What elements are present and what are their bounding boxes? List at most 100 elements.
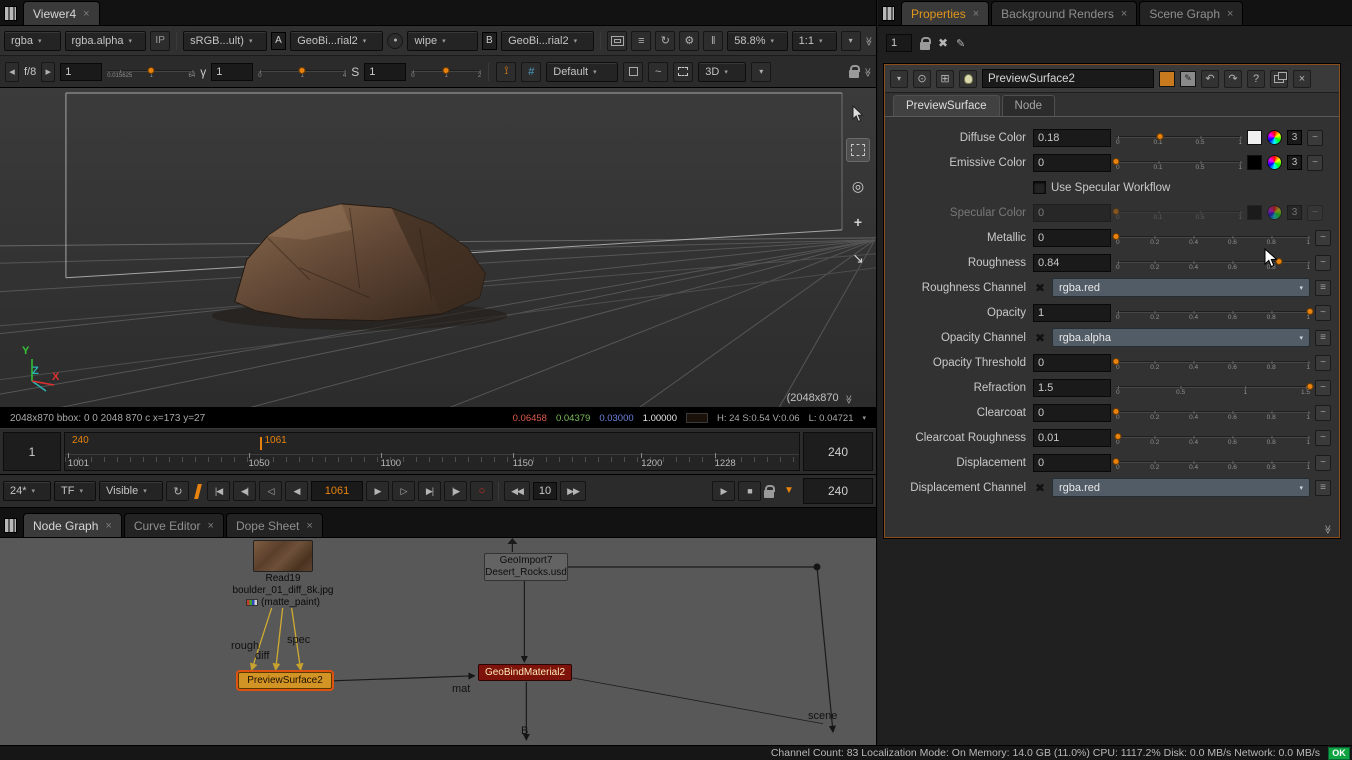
displacement-input[interactable]: 0 xyxy=(1033,454,1111,472)
step-back-button[interactable]: ◁ xyxy=(259,481,282,501)
camera-dropdown-caret[interactable]: ▾ xyxy=(751,62,771,82)
diffuse-color-colorwheel-button[interactable] xyxy=(1267,130,1282,145)
use-specular-workflow-checkbox[interactable] xyxy=(1033,181,1046,194)
specular-color-colorwheel-button[interactable] xyxy=(1267,205,1282,220)
specular-color-channels-button[interactable]: 3 xyxy=(1287,205,1302,220)
settings-gear-icon[interactable]: ⚙ xyxy=(679,31,699,51)
visible-dropdown[interactable]: Visible▾ xyxy=(99,481,163,501)
bulb-icon[interactable] xyxy=(959,70,977,88)
pane-layout-icon[interactable] xyxy=(4,6,17,21)
emissive-color-slider[interactable]: 00.10.51 xyxy=(1116,153,1242,173)
tab-previewsurface[interactable]: PreviewSurface xyxy=(893,95,1000,116)
displacement-channel-enable-checkbox[interactable]: ✖ xyxy=(1033,481,1047,495)
collapse-toolbar-icon[interactable]: ≫ xyxy=(862,68,873,75)
skip-back-button[interactable]: ◀◀ xyxy=(504,481,530,501)
diffuse-color-channels-button[interactable]: 3 xyxy=(1287,130,1302,145)
refraction-input[interactable]: 1.5 xyxy=(1033,379,1111,397)
clearcoat-input[interactable]: 0 xyxy=(1033,404,1111,422)
proxy-dropdown[interactable]: 1:1▾ xyxy=(792,31,837,51)
opacity-slider[interactable]: 00.20.40.60.81 xyxy=(1116,303,1310,323)
gain-input[interactable]: 1 xyxy=(60,63,102,81)
guides-icon[interactable]: # xyxy=(521,62,541,82)
opacity-channel-menu-button[interactable]: ≡ xyxy=(1315,330,1331,346)
close-icon[interactable]: × xyxy=(105,520,111,532)
clearcoat-curve-button[interactable]: ~ xyxy=(1315,405,1331,421)
roughness-slider[interactable]: 00.20.40.60.81 xyxy=(1116,253,1310,273)
display-channel-dropdown[interactable]: rgba.alpha▾ xyxy=(65,31,147,51)
gamma-slider[interactable]: 014 xyxy=(258,62,346,82)
close-icon[interactable]: × xyxy=(1227,8,1233,20)
gain-slider[interactable]: 0.015625164 xyxy=(107,62,195,82)
pane-layout-icon[interactable] xyxy=(4,518,17,533)
channels-dropdown[interactable]: rgba▾ xyxy=(4,31,61,51)
lut-cube-icon[interactable] xyxy=(623,62,643,82)
collapse-panel-caret[interactable]: ▾ xyxy=(890,70,908,88)
roughness-input[interactable]: 0.84 xyxy=(1033,254,1111,272)
render-flag-icon[interactable]: ▼ xyxy=(777,481,800,501)
b-buffer-label[interactable]: B xyxy=(482,32,498,50)
lock-view-icon[interactable] xyxy=(849,70,859,78)
refraction-curve-button[interactable]: ~ xyxy=(1315,380,1331,396)
diffuse-color-input[interactable]: 0.18 xyxy=(1033,129,1111,147)
collapse-toolbar-icon[interactable]: ≫ xyxy=(863,37,874,44)
timeline-ruler[interactable]: 240 1061 100110501100115012001228 xyxy=(64,432,800,471)
input-process-toggle[interactable]: IP xyxy=(150,31,170,51)
lock-panels-icon[interactable] xyxy=(920,42,930,50)
tab-viewer4[interactable]: Viewer4 × xyxy=(23,1,100,25)
frame-step-field[interactable]: 10 xyxy=(533,482,557,500)
redo-icon[interactable]: ↷ xyxy=(1224,70,1242,88)
emissive-color-colorwheel-button[interactable] xyxy=(1267,155,1282,170)
go-to-start-button[interactable]: |◀ xyxy=(207,481,230,501)
node-color-swatch[interactable] xyxy=(1159,71,1175,87)
pause-renders-icon[interactable]: ‖ xyxy=(703,31,723,51)
rotate-tool-icon[interactable]: ◎ xyxy=(846,174,870,198)
roi-icon[interactable]: ⟟ xyxy=(496,62,516,82)
wipe-mode-dropdown[interactable]: wipe▾ xyxy=(407,31,477,51)
clearcoat-roughness-curve-button[interactable]: ~ xyxy=(1315,430,1331,446)
emissive-color-curve-button[interactable]: ~ xyxy=(1307,155,1323,171)
fstop-increase-button[interactable]: ▸ xyxy=(41,62,55,82)
saturation-slider[interactable]: 012 xyxy=(411,62,481,82)
node-read19-thumbnail[interactable] xyxy=(253,540,313,572)
node-name-field[interactable]: PreviewSurface2 xyxy=(982,69,1154,88)
play-button[interactable]: ▶ xyxy=(366,481,389,501)
scale-tool-icon[interactable]: ↘ xyxy=(846,246,870,270)
swap-ab-button[interactable]: ● xyxy=(387,33,403,49)
translate-tool-icon[interactable]: + xyxy=(846,210,870,234)
node-read19-label[interactable]: Read19 boulder_01_diff_8k.jpg (matte_pai… xyxy=(208,573,358,609)
clearcoat-roughness-slider[interactable]: 00.20.40.60.81 xyxy=(1116,428,1310,448)
step-forward-button[interactable]: ▷ xyxy=(392,481,415,501)
current-frame-field[interactable]: 1061 xyxy=(311,481,363,501)
roughness-curve-button[interactable]: ~ xyxy=(1315,255,1331,271)
stop-button[interactable]: ■ xyxy=(738,481,761,501)
view-mode-dropdown[interactable]: 3D▾ xyxy=(698,62,746,82)
tab-scene-graph[interactable]: Scene Graph × xyxy=(1139,1,1243,25)
play-backward-button[interactable]: ◀ xyxy=(285,481,308,501)
previous-keyframe-button[interactable]: ◀| xyxy=(233,481,256,501)
close-icon[interactable]: × xyxy=(208,520,214,532)
refraction-slider[interactable]: 00.511.5 xyxy=(1116,378,1310,398)
diffuse-color-curve-button[interactable]: ~ xyxy=(1307,130,1323,146)
panel-scroll-chevron[interactable]: ≫ xyxy=(1322,525,1333,532)
specular-color-input[interactable]: 0 xyxy=(1033,204,1111,222)
close-icon[interactable]: × xyxy=(306,520,312,532)
displacement-channel-dropdown[interactable]: rgba.red▾ xyxy=(1052,478,1310,497)
overlay-chevron-icon[interactable]: ≫ xyxy=(843,394,854,401)
refresh-icon[interactable]: ↻ xyxy=(655,31,675,51)
opacity-channel-dropdown[interactable]: rgba.alpha▾ xyxy=(1052,328,1310,347)
opacity-threshold-input[interactable]: 0 xyxy=(1033,354,1111,372)
gamma-input[interactable]: 1 xyxy=(211,63,253,81)
undo-icon[interactable]: ↶ xyxy=(1201,70,1219,88)
emissive-color-channels-button[interactable]: 3 xyxy=(1287,155,1302,170)
clearcoat-roughness-input[interactable]: 0.01 xyxy=(1033,429,1111,447)
select-tool-icon[interactable] xyxy=(846,102,870,126)
tab-dope-sheet[interactable]: Dope Sheet × xyxy=(226,513,323,537)
metallic-curve-button[interactable]: ~ xyxy=(1315,230,1331,246)
viewer-menu-caret[interactable]: ▾ xyxy=(841,31,861,51)
close-icon[interactable]: × xyxy=(83,8,89,20)
help-icon[interactable]: ? xyxy=(1247,70,1265,88)
opacity-curve-button[interactable]: ~ xyxy=(1315,305,1331,321)
curves-icon[interactable]: ~ xyxy=(648,62,668,82)
node-previewsurface2[interactable]: PreviewSurface2 xyxy=(238,672,332,689)
opacity-threshold-curve-button[interactable]: ~ xyxy=(1315,355,1331,371)
